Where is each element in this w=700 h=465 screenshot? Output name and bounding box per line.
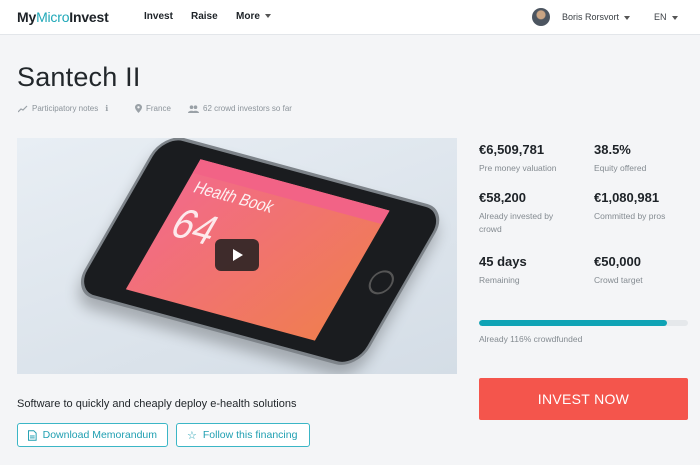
top-navbar: MyMicroInvest Invest Raise More Boris Ro… bbox=[0, 0, 700, 35]
phone-home-button bbox=[363, 267, 399, 297]
chart-icon bbox=[18, 105, 28, 112]
stat-value: €1,080,981 bbox=[594, 190, 660, 205]
stat-label: Equity offered bbox=[594, 163, 647, 173]
page-title: Santech II bbox=[17, 62, 141, 92]
stat-label: Remaining bbox=[479, 275, 520, 285]
phone-body: Health Book 64 bbox=[71, 138, 449, 370]
stat-label: Committed by pros bbox=[594, 211, 666, 221]
funding-progress-fill bbox=[479, 320, 668, 326]
stat-value: 45 days bbox=[479, 254, 527, 269]
language-selector[interactable]: EN bbox=[654, 12, 678, 22]
logo-suffix: Invest bbox=[69, 9, 109, 25]
user-menu[interactable]: Boris Rorsvort bbox=[562, 12, 631, 22]
funding-progress-label: Already 116% crowdfunded bbox=[479, 334, 583, 344]
stat-label: Crowd target bbox=[594, 275, 643, 285]
user-name: Boris Rorsvort bbox=[562, 12, 620, 22]
project-type: Participatory notes ℹ bbox=[18, 104, 108, 113]
stat-value: 38.5% bbox=[594, 142, 631, 157]
follow-financing-label: Follow this financing bbox=[202, 429, 298, 441]
star-icon: ☆ bbox=[187, 429, 197, 442]
investors-label: 62 crowd investors so far bbox=[203, 104, 292, 113]
logo[interactable]: MyMicroInvest bbox=[17, 9, 109, 25]
download-memorandum-label: Download Memorandum bbox=[42, 429, 157, 441]
users-icon bbox=[188, 104, 199, 113]
nav-invest-link[interactable]: Invest bbox=[144, 11, 173, 22]
funding-progress-bar bbox=[479, 320, 688, 326]
project-type-label: Participatory notes bbox=[32, 104, 99, 113]
avatar[interactable] bbox=[532, 8, 550, 26]
location-pin-icon bbox=[135, 104, 142, 113]
country-label: France bbox=[146, 104, 171, 113]
logo-mid: Micro bbox=[36, 9, 70, 25]
stat-label: Pre money valuation bbox=[479, 163, 557, 173]
logo-prefix: My bbox=[17, 9, 37, 25]
nav-more-label: More bbox=[236, 11, 260, 22]
project-country: France bbox=[135, 104, 171, 113]
play-icon[interactable] bbox=[215, 239, 259, 271]
nav-more-menu[interactable]: More bbox=[236, 11, 271, 22]
invest-now-button[interactable]: INVEST NOW bbox=[479, 378, 688, 420]
chevron-down-icon bbox=[624, 15, 631, 20]
follow-financing-button[interactable]: ☆ Follow this financing bbox=[176, 423, 310, 447]
chevron-down-icon bbox=[671, 15, 678, 20]
language-label: EN bbox=[654, 12, 667, 22]
stat-value: €58,200 bbox=[479, 190, 526, 205]
info-icon[interactable]: ℹ bbox=[105, 104, 108, 113]
project-tagline: Software to quickly and cheaply deploy e… bbox=[17, 398, 297, 410]
stat-value: €50,000 bbox=[594, 254, 641, 269]
download-memorandum-button[interactable]: Download Memorandum bbox=[17, 423, 168, 447]
stat-label: Already invested by crowd bbox=[479, 211, 554, 234]
nav-raise-link[interactable]: Raise bbox=[191, 11, 218, 22]
project-video[interactable]: Health Book 64 bbox=[17, 138, 457, 374]
project-investors: 62 crowd investors so far bbox=[188, 104, 292, 113]
stat-value: €6,509,781 bbox=[479, 142, 545, 157]
chevron-down-icon bbox=[264, 14, 271, 19]
document-icon bbox=[28, 429, 37, 441]
